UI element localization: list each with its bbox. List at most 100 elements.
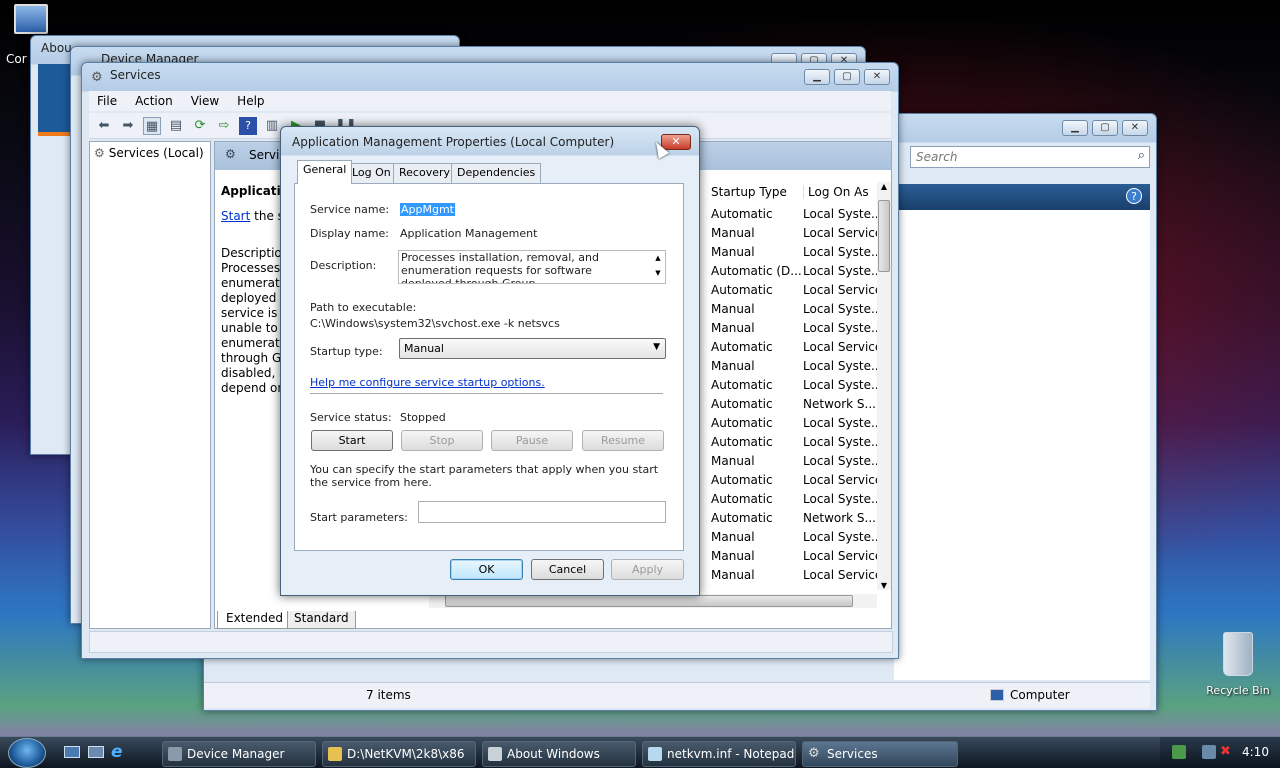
properties-dialog[interactable]: Application Management Properties (Local… [280,126,700,596]
properties-icon[interactable]: ▤ [167,117,185,135]
notepad-icon [648,747,662,761]
service-row[interactable]: Automatic Local Service [711,470,879,489]
services-window-title: Services [110,68,161,82]
h-scroll-thumb[interactable] [445,595,853,607]
resume-button[interactable]: Resume [582,430,664,451]
start-params-input[interactable] [418,501,666,523]
taskbar-item-services[interactable]: ⚙ Services [802,741,958,767]
menu-action[interactable]: Action [135,94,173,108]
taskbar-item-label: netkvm.inf - Notepad [667,747,795,761]
column-header-startup-type[interactable]: Startup Type [711,185,787,199]
service-row[interactable]: Automatic Local Syste... [711,413,879,432]
forward-arrow-icon[interactable]: ➡ [119,117,137,135]
refresh-icon[interactable]: ⟳ [191,117,209,135]
tab-extended[interactable]: Extended [217,611,292,629]
show-hide-tree-icon[interactable]: ▦ [143,116,161,135]
service-name-value[interactable]: AppMgmt [400,203,455,216]
switch-windows-icon[interactable] [88,746,104,758]
help-icon[interactable]: ? [1126,188,1142,204]
tab-general[interactable]: General [297,160,353,184]
tab-log-on[interactable]: Log On [346,163,397,183]
taskbar-item-about-windows[interactable]: About Windows [482,741,636,767]
service-row[interactable]: Automatic Local Syste... [711,204,879,223]
service-row[interactable]: Manual Local Syste... [711,356,879,375]
vertical-scrollbar[interactable]: ▲ ▼ [877,182,891,590]
service-row[interactable]: Automatic (D... Local Syste... [711,261,879,280]
column-header-logon-as[interactable]: Log On As [803,185,869,199]
minimize-button[interactable]: ▁ [1062,120,1088,136]
service-row[interactable]: Automatic Local Syste... [711,432,879,451]
startup-type-select[interactable]: Manual ▼ [399,338,666,359]
search-icon[interactable]: ⌕ [1138,148,1145,163]
menu-file[interactable]: File [97,94,117,108]
menu-view[interactable]: View [191,94,219,108]
show-desktop-icon[interactable] [64,746,80,758]
tree-item-services-local[interactable]: ⚙ Services (Local) [94,146,204,160]
export-list-icon[interactable]: ⇨ [215,117,233,135]
horizontal-scrollbar[interactable] [429,594,877,608]
scroll-thumb[interactable] [878,200,890,272]
taskbar-item-device-manager[interactable]: Device Manager [162,741,316,767]
search-box[interactable]: Search ⌕ [910,146,1150,168]
maximize-button[interactable]: ▢ [834,69,860,85]
start-service-link[interactable]: Start [221,209,250,223]
service-row[interactable]: Manual Local Syste... [711,299,879,318]
help-configure-link[interactable]: Help me configure service startup option… [310,376,545,389]
maximize-button[interactable]: ▢ [1092,120,1118,136]
logon-as-cell: Local Syste... [803,415,879,430]
service-row[interactable]: Automatic Network S... [711,394,879,413]
close-button[interactable]: ✕ [1122,120,1148,136]
service-row[interactable]: Automatic Local Syste... [711,489,879,508]
service-row[interactable]: Automatic Network S... [711,508,879,527]
service-row[interactable]: Manual Local Syste... [711,318,879,337]
internet-explorer-icon[interactable]: e [111,742,123,762]
taskbar-item-netkvm-folder[interactable]: D:\NetKVM\2k8\x86 [322,741,476,767]
safely-remove-icon[interactable] [1172,745,1186,759]
services-window-icon: ⚙ [91,70,103,85]
service-row[interactable]: Manual Local Syste... [711,527,879,546]
service-row[interactable]: Manual Local Syste... [711,242,879,261]
description-scroll[interactable]: ▲ ▼ [651,251,665,283]
service-row[interactable]: Automatic Local Service [711,280,879,299]
services-gear-icon: ⚙ [808,746,820,761]
display-name-value[interactable]: Application Management [400,227,537,240]
tree-pane: ⚙ Services (Local) [89,141,211,629]
help-book-icon[interactable]: ? [239,116,257,135]
clock[interactable]: 4:10 [1242,745,1269,759]
service-row[interactable]: Manual Local Service [711,223,879,242]
service-row[interactable]: Manual Local Service [711,546,879,565]
pause-button[interactable]: Pause [491,430,573,451]
search-input[interactable]: Search [916,150,958,164]
menu-help[interactable]: Help [237,94,264,108]
volume-muted-icon[interactable]: ✖ [1220,744,1231,759]
network-icon[interactable] [1202,745,1216,759]
tab-recovery[interactable]: Recovery [393,163,457,183]
close-button[interactable]: ✕ [864,69,890,85]
apply-button[interactable]: Apply [611,559,684,580]
tab-dependencies[interactable]: Dependencies [451,163,542,183]
taskbar-item-notepad[interactable]: netkvm.inf - Notepad [642,741,796,767]
cancel-button[interactable]: Cancel [531,559,604,580]
minimize-button[interactable]: ▁ [804,69,830,85]
logon-as-cell: Local Syste... [803,263,879,278]
services-gear-icon: ⚙ [94,146,105,160]
ok-button[interactable]: OK [450,559,523,580]
description-box[interactable]: Processes installation, removal, and enu… [398,250,666,284]
stop-button[interactable]: Stop [401,430,483,451]
startup-type-cell: Automatic [711,415,773,430]
start-orb-button[interactable] [8,738,46,768]
service-row[interactable]: Manual Local Service [711,565,879,584]
recycle-bin-desktop-icon[interactable]: Recycle Bin [1200,632,1276,697]
scroll-up-arrow[interactable]: ▲ [877,182,891,191]
tab-standard[interactable]: Standard [287,611,356,629]
startup-type-cell: Manual [711,358,755,373]
back-arrow-icon[interactable]: ⬅ [95,117,113,135]
scroll-down-arrow[interactable]: ▼ [877,581,891,590]
explorer-content [894,210,1150,680]
service-row[interactable]: Automatic Local Service [711,337,879,356]
logon-as-cell: Local Service [803,472,879,487]
console-icon[interactable]: ▥ [263,117,281,135]
start-button[interactable]: Start [311,430,393,451]
service-row[interactable]: Automatic Local Syste... [711,375,879,394]
service-row[interactable]: Manual Local Syste... [711,451,879,470]
